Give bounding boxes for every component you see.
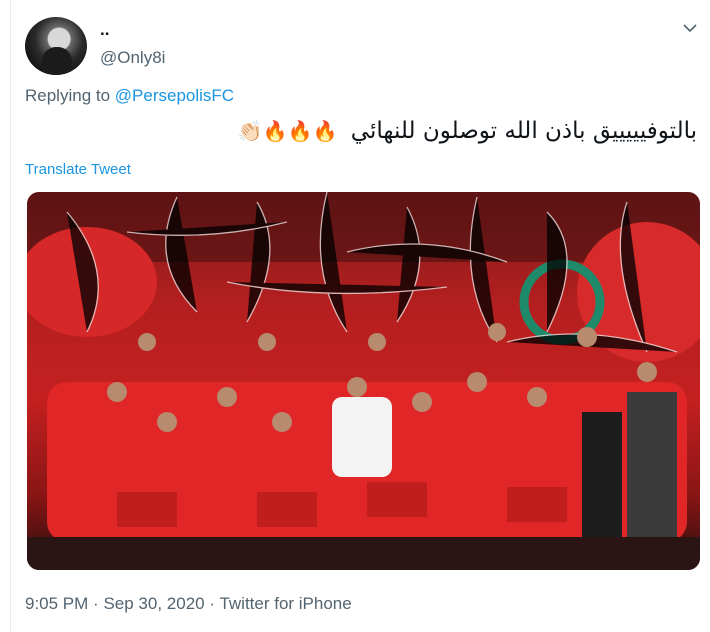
- tweet-body: بالتوفيييييق باذن الله توصلون للنهائي: [350, 118, 697, 144]
- tweet-time[interactable]: 9:05 PM: [25, 594, 88, 613]
- user-handle[interactable]: @Only8i: [100, 48, 165, 68]
- chevron-down-icon[interactable]: [682, 20, 698, 36]
- display-name[interactable]: ..: [100, 20, 109, 40]
- team-celebration-photo: [27, 192, 700, 570]
- tweet-photo[interactable]: [27, 192, 700, 570]
- reply-mention-link[interactable]: @PersepolisFC: [115, 86, 234, 105]
- tweet-source[interactable]: Twitter for iPhone: [219, 594, 351, 613]
- meta-separator: ·: [93, 594, 99, 613]
- avatar[interactable]: [25, 17, 87, 75]
- tweet-text: بالتوفيييييق باذن الله توصلون للنهائي 🔥🔥…: [238, 118, 697, 144]
- translate-tweet-link[interactable]: Translate Tweet: [25, 161, 131, 178]
- meta-separator: ·: [209, 594, 216, 613]
- replying-prefix: Replying to: [25, 86, 111, 105]
- tweet-date[interactable]: Sep 30, 2020: [103, 594, 204, 613]
- tweet-metadata: 9:05 PM · Sep 30, 2020 · Twitter for iPh…: [25, 594, 352, 614]
- timeline-divider: [10, 0, 11, 632]
- avatar-figure: [42, 47, 72, 75]
- emoji-fire-clap-icon: 🔥🔥🔥👏🏻: [237, 119, 338, 143]
- replying-to: Replying to @PersepolisFC: [25, 86, 234, 106]
